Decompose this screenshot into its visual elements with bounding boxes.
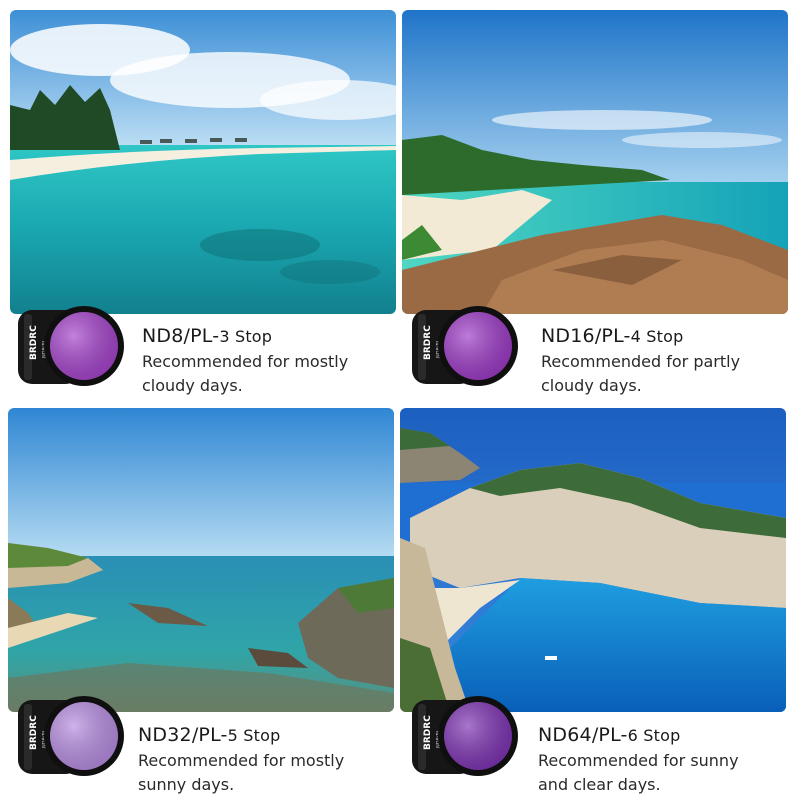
- photo-rocky-coast: [402, 10, 788, 314]
- filter-name: ND16/PL-: [541, 325, 631, 347]
- filter-name: ND64/PL-: [538, 724, 628, 746]
- nd8-filter-image: BRDRC ND8/PL: [14, 300, 126, 392]
- photo-sea-cliffs: [8, 408, 394, 712]
- nd64-title: ND64/PL-6 Stop: [538, 723, 788, 748]
- nd32-filter-image: BRDRC ND8/PL: [14, 690, 126, 782]
- stop-rating: 5 Stop: [227, 726, 281, 745]
- description-line: Recommended for mostly: [142, 352, 349, 371]
- nd64-description: Recommended for sunny and clear days.: [538, 749, 788, 797]
- photo-navagio-bay: [400, 408, 786, 712]
- nd32-title: ND32/PL-5 Stop: [138, 723, 388, 748]
- stop-rating: 3 Stop: [219, 327, 273, 346]
- description-line: Recommended for partly: [541, 352, 741, 371]
- filter-name: ND8/PL-: [142, 325, 220, 347]
- nd64-filter-image: BRDRC ND8/PL: [408, 690, 520, 782]
- nd32-caption: ND32/PL-5 Stop Recommended for mostly su…: [138, 723, 388, 797]
- nd8-caption: ND8/PL-3 Stop Recommended for mostly clo…: [142, 324, 392, 398]
- description-line: Recommended for sunny: [538, 751, 739, 770]
- stop-rating: 4 Stop: [630, 327, 684, 346]
- description-line: sunny days.: [138, 775, 235, 794]
- brand-logo-text: BRDRC: [423, 325, 433, 360]
- nd8-title: ND8/PL-3 Stop: [142, 324, 392, 349]
- description-line: cloudy days.: [541, 376, 642, 395]
- description-line: Recommended for mostly: [138, 751, 345, 770]
- description-line: cloudy days.: [142, 376, 243, 395]
- photo-tropical-beach: [10, 10, 396, 314]
- brand-logo-text: BRDRC: [29, 325, 39, 360]
- nd32-description: Recommended for mostly sunny days.: [138, 749, 388, 797]
- nd64-caption: ND64/PL-6 Stop Recommended for sunny and…: [538, 723, 788, 797]
- nd16-filter-image: BRDRC ND8/PL: [408, 300, 520, 392]
- nd8-description: Recommended for mostly cloudy days.: [142, 350, 392, 398]
- brand-logo-text: BRDRC: [29, 715, 39, 750]
- stop-rating: 6 Stop: [627, 726, 681, 745]
- nd16-description: Recommended for partly cloudy days.: [541, 350, 791, 398]
- nd16-caption: ND16/PL-4 Stop Recommended for partly cl…: [541, 324, 791, 398]
- filter-name: ND32/PL-: [138, 724, 228, 746]
- description-line: and clear days.: [538, 775, 661, 794]
- brand-logo-text: BRDRC: [423, 715, 433, 750]
- nd16-title: ND16/PL-4 Stop: [541, 324, 791, 349]
